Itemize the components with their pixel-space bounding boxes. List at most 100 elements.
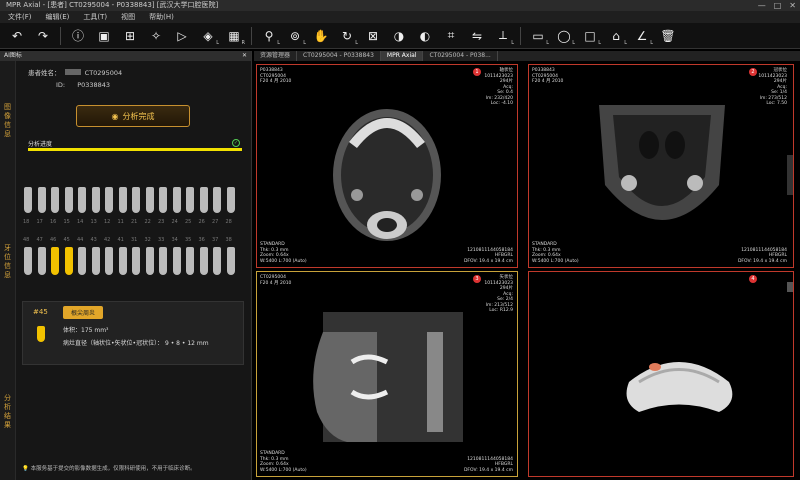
patient-id: P0338843 [77, 81, 111, 89]
tooth-33[interactable] [159, 247, 167, 275]
menu-view[interactable]: 视图 [121, 11, 135, 23]
angle-icon[interactable]: ∠ L [631, 26, 653, 46]
tooth-28[interactable] [226, 187, 235, 213]
tooth-44[interactable] [78, 247, 86, 275]
contrast-icon[interactable]: ◐ [414, 26, 436, 46]
tooth-46[interactable] [51, 247, 59, 275]
lightbulb-icon: 💡 [22, 466, 29, 472]
maximize-icon[interactable]: □ [774, 0, 782, 11]
tooth-16[interactable] [51, 187, 59, 213]
tooth-number: 36 [198, 237, 205, 243]
rect-icon[interactable]: □ L [579, 26, 601, 46]
lesion-diameter-text: 病灶直径（轴状位•矢状位•冠状位）： 9 • 8 • 12 mm [63, 340, 209, 347]
tooth-41[interactable] [118, 247, 127, 275]
tooth-27[interactable] [213, 187, 221, 213]
title-bar: MPR Axial - [患者] CT0295004 - P0338843] [… [0, 0, 800, 11]
wand-icon[interactable]: ✧ [145, 26, 167, 46]
menu-tools[interactable]: 工具(T) [83, 11, 107, 23]
zoom-fit-icon[interactable]: ⊚ L [284, 26, 306, 46]
tooth-13[interactable] [91, 187, 100, 213]
tooth-42[interactable] [105, 247, 113, 275]
tab-mpr-axial[interactable]: MPR Axial [380, 51, 424, 61]
analysis-complete-button[interactable]: ◉ 分析完成 [76, 105, 190, 127]
tooth-number: 15 [63, 219, 70, 225]
tooth-26[interactable] [199, 187, 208, 213]
tooth-37[interactable] [213, 247, 221, 275]
ellipse-icon[interactable]: ◯ L [553, 26, 575, 46]
result-card: #45 根尖周炎 体积：175 mm³ 病灶直径（轴状位•矢状位•冠状位）： 9… [22, 301, 244, 365]
tooth-35[interactable] [186, 247, 194, 275]
patient-id-row: ID: P0338843 [56, 81, 110, 89]
close-icon[interactable]: ✕ [789, 0, 796, 11]
pan-icon[interactable]: ✋ [310, 26, 332, 46]
tooth-38[interactable] [226, 247, 235, 275]
tooth-12[interactable] [105, 187, 113, 213]
tooth-17[interactable] [37, 187, 46, 213]
diagnosis-tag[interactable]: 根尖周炎 [63, 306, 104, 319]
tab-explorer[interactable]: 资源管理器 [254, 51, 298, 61]
window-level-icon[interactable]: ◑ [388, 26, 410, 46]
layout-icon[interactable]: ▦ R [223, 26, 245, 46]
viewport-scrollbar[interactable] [787, 155, 793, 195]
tab-patient[interactable]: CT0295004 - P0338843 [297, 51, 381, 61]
tooth-number: 41 [117, 237, 124, 243]
tooth-45[interactable] [64, 247, 73, 275]
tooth-31[interactable] [132, 247, 140, 275]
ai-icon[interactable]: ▣ [93, 26, 115, 46]
tooth-number: 17 [36, 219, 43, 225]
redo-icon[interactable]: ↷ [32, 26, 54, 46]
viewport-axial[interactable]: 1 P0338843 CT0295004 F20 4 月 2010 轴状位 10… [256, 64, 518, 268]
tooth-43[interactable] [91, 247, 100, 275]
tab-patient-2[interactable]: CT0295004 - P038... [423, 51, 498, 61]
ruler-icon[interactable]: ⊠ [362, 26, 384, 46]
info-icon[interactable]: ⓘ [67, 26, 89, 46]
crop-icon[interactable]: ⌗ [440, 26, 462, 46]
tooth-48[interactable] [24, 247, 32, 275]
menu-file[interactable]: 文件(F) [8, 11, 32, 23]
viewport-sagittal[interactable]: 3 CT0295004 F20 4 月 2010 矢状位 1011423023 … [256, 271, 518, 477]
tab-tooth-info[interactable]: 牙位信息 [0, 181, 16, 343]
tooth-21[interactable] [132, 187, 140, 213]
axial-ct-image [333, 109, 441, 241]
tooth-32[interactable] [145, 247, 154, 275]
tooth-number: 38 [225, 237, 232, 243]
tooth-11[interactable] [118, 187, 127, 213]
tooth-25[interactable] [186, 187, 194, 213]
line-measure-icon[interactable]: ▭ L [527, 26, 549, 46]
tooth-number: 24 [171, 219, 178, 225]
viewport-coronal[interactable]: 2 P0338843 CT0295004 F20 4 月 2010 冠状位 10… [528, 64, 794, 268]
tooth-47[interactable] [37, 247, 46, 275]
tooth-23[interactable] [159, 187, 167, 213]
delete-icon[interactable]: 🗑 [657, 26, 679, 46]
polygon-icon[interactable]: ⌂ L [605, 26, 627, 46]
grid-icon[interactable]: ⊞ [119, 26, 141, 46]
tooth-18[interactable] [24, 187, 32, 213]
panel-close-icon[interactable]: ✕ [242, 51, 247, 61]
tab-analysis-result[interactable]: 分析结果 [0, 343, 16, 480]
play-icon[interactable]: ▷ [171, 26, 193, 46]
tooth-number: 31 [131, 237, 138, 243]
ai-panel: AI图标 ✕ 图像信息 牙位信息 分析结果 患者姓名： CT0295004 ID… [0, 51, 252, 480]
measure-icon[interactable]: ⟂ L [492, 26, 514, 46]
tooth-number: 13 [90, 219, 97, 225]
tooth-22[interactable] [145, 187, 154, 213]
viewport-3d[interactable]: 4 [528, 271, 794, 477]
rotate-icon[interactable]: ↻ L [336, 26, 358, 46]
viewport-scrollbar[interactable] [787, 282, 793, 292]
tooth-36[interactable] [199, 247, 208, 275]
tooth-number: 22 [144, 219, 151, 225]
tooth-14[interactable] [78, 187, 86, 213]
tooth-24[interactable] [172, 187, 181, 213]
mirror-icon[interactable]: ⇋ [466, 26, 488, 46]
menu-help[interactable]: 帮助(H) [149, 11, 174, 23]
undo-icon[interactable]: ↶ [6, 26, 28, 46]
tooth-15[interactable] [64, 187, 73, 213]
layers-icon[interactable]: ◈ L [197, 26, 219, 46]
progress-label: 分析进度 [28, 141, 53, 148]
zoom-icon[interactable]: ⚲ L [258, 26, 280, 46]
tab-image-info[interactable]: 图像信息 [0, 61, 16, 181]
viewer-tabs: 资源管理器 CT0295004 - P0338843 MPR Axial CT0… [254, 51, 800, 61]
tooth-34[interactable] [172, 247, 181, 275]
menu-edit[interactable]: 编辑(E) [46, 11, 70, 23]
minimize-icon[interactable]: — [758, 0, 766, 11]
